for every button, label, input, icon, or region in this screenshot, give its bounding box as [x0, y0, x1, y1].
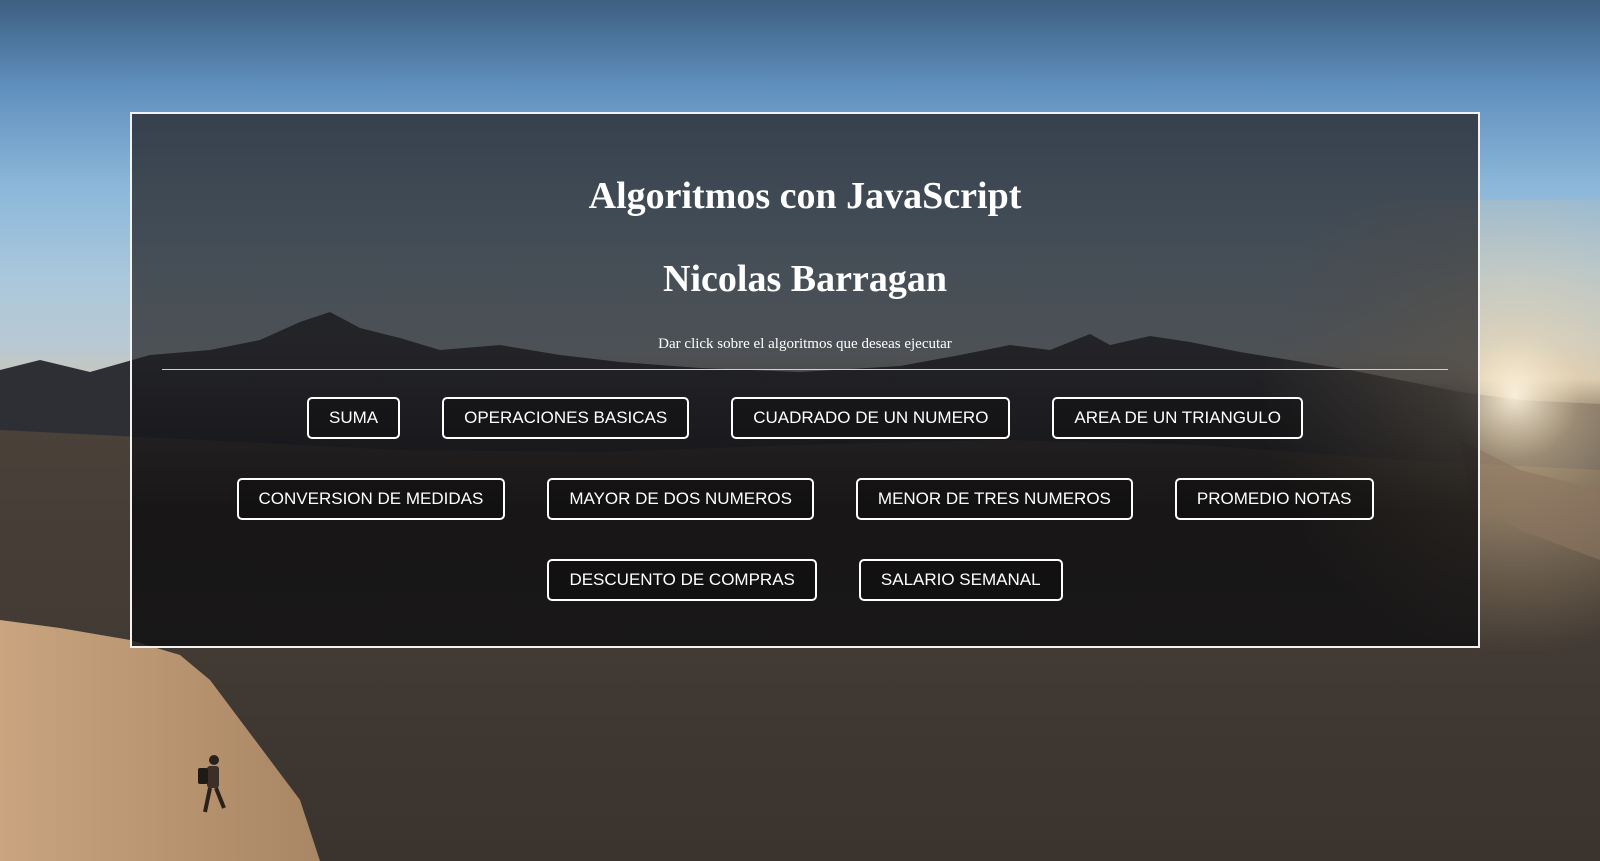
button-row-3: DESCUENTO DE COMPRAS SALARIO SEMANAL — [132, 559, 1478, 601]
area-de-un-triangulo-button[interactable]: AREA DE UN TRIANGULO — [1052, 397, 1303, 439]
button-row-1: SUMA OPERACIONES BASICAS CUADRADO DE UN … — [132, 397, 1478, 439]
algorithms-panel: Algoritmos con JavaScript Nicolas Barrag… — [130, 112, 1480, 648]
author-name: Nicolas Barragan — [663, 258, 947, 300]
suma-button[interactable]: SUMA — [306, 397, 401, 439]
instructions-text: Dar click sobre el algoritmos que deseas… — [658, 336, 952, 352]
descuento-de-compras-button[interactable]: DESCUENTO DE COMPRAS — [547, 559, 817, 601]
conversion-de-medidas-button[interactable]: CONVERSION DE MEDIDAS — [236, 478, 506, 520]
button-row-2: CONVERSION DE MEDIDAS MAYOR DE DOS NUMER… — [132, 478, 1478, 520]
salario-semanal-button[interactable]: SALARIO SEMANAL — [858, 559, 1063, 601]
mayor-de-dos-numeros-button[interactable]: MAYOR DE DOS NUMEROS — [547, 478, 814, 520]
menor-de-tres-numeros-button[interactable]: MENOR DE TRES NUMEROS — [855, 478, 1133, 520]
cuadrado-de-un-numero-button[interactable]: CUADRADO DE UN NUMERO — [731, 397, 1011, 439]
promedio-notas-button[interactable]: PROMEDIO NOTAS — [1174, 478, 1374, 520]
operaciones-basicas-button[interactable]: OPERACIONES BASICAS — [442, 397, 690, 439]
page-title: Algoritmos con JavaScript — [588, 175, 1022, 217]
divider — [162, 369, 1448, 370]
